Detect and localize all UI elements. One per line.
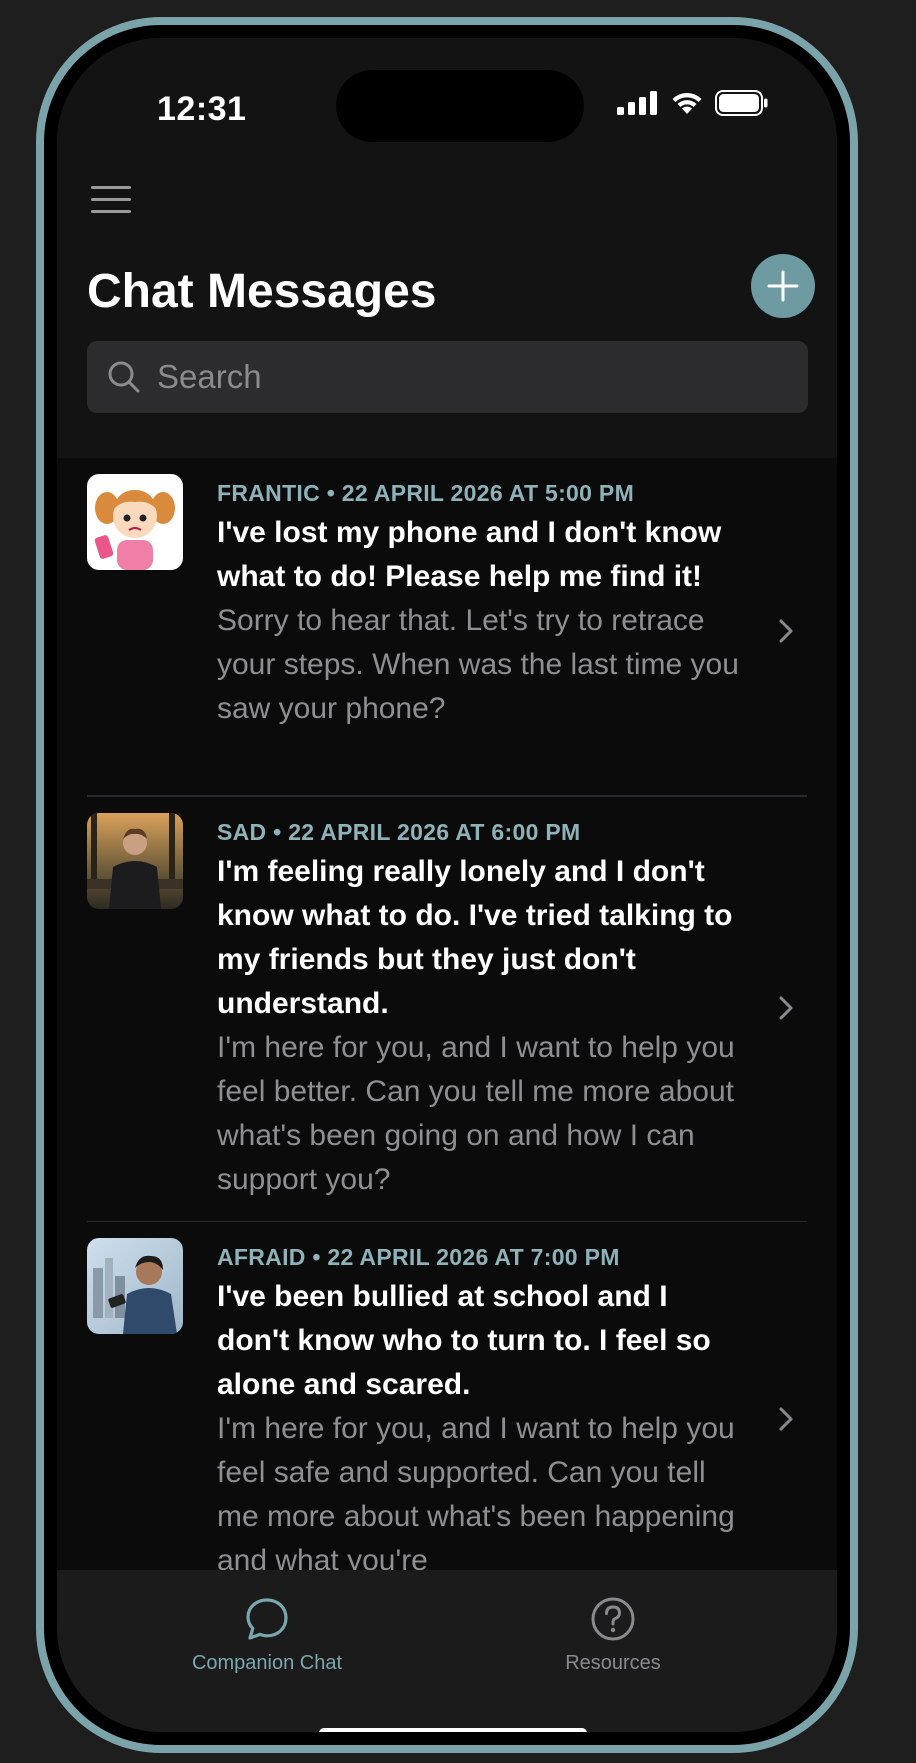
chat-meta: SAD • 22 APRIL 2026 AT 6:00 PM: [217, 818, 581, 845]
status-time: 12:31: [157, 90, 247, 128]
chat-reply-preview: Sorry to hear that. Let's try to retrace…: [217, 604, 739, 725]
chat-message: I've lost my phone and I don't know what…: [217, 516, 722, 593]
chat-bubble-icon: [246, 1598, 288, 1640]
wifi-icon: [672, 92, 702, 114]
home-indicator: [319, 1728, 587, 1732]
chat-meta: FRANTIC • 22 APRIL 2026 AT 5:00 PM: [217, 480, 635, 506]
chat-reply-preview: I'm here for you, and I want to help you…: [217, 1030, 735, 1196]
status-icons: [617, 90, 769, 116]
tab-companion-chat[interactable]: Companion Chat: [157, 1596, 377, 1675]
phone-bezel: 12:31 Chat Messages Search FRANTIC • 22 …: [44, 25, 850, 1745]
chevron-right-icon[interactable]: [777, 1404, 795, 1434]
avatar: [87, 812, 183, 909]
search-bar[interactable]: [87, 341, 808, 413]
phone-frame: 12:31 Chat Messages Search FRANTIC • 22 …: [36, 17, 858, 1753]
battery-icon: [715, 90, 768, 116]
search-icon: [108, 361, 140, 393]
chat-meta: AFRAID • 22 APRIL 2026 AT 7:00 PM: [217, 1244, 620, 1270]
search-input[interactable]: [157, 358, 757, 396]
cartoon-girl-avatar-icon: [87, 474, 183, 570]
avatar: [87, 1238, 183, 1334]
plus-icon: [767, 270, 799, 302]
page-title: Chat Messages: [87, 265, 437, 318]
chat-list-item[interactable]: SAD • 22 APRIL 2026 AT 6:00 PM I'm feeli…: [57, 797, 837, 1221]
new-chat-button[interactable]: [751, 254, 815, 318]
tab-label: Companion Chat: [191, 1652, 343, 1674]
signal-icon: [617, 91, 657, 115]
dynamic-island: [336, 70, 584, 142]
avatar: [87, 474, 183, 570]
sad-boy-photo-avatar-icon: [87, 812, 183, 909]
chat-reply-preview: I'm here for you, and I want to help you…: [217, 1412, 735, 1570]
tab-label: Resources: [565, 1652, 661, 1674]
chevron-right-icon[interactable]: [777, 993, 795, 1023]
question-circle-icon: [591, 1597, 635, 1641]
screen: 12:31 Chat Messages Search FRANTIC • 22 …: [57, 38, 837, 1732]
chevron-right-icon[interactable]: [777, 616, 795, 646]
chat-list-item[interactable]: AFRAID • 22 APRIL 2026 AT 7:00 PM I've b…: [57, 1222, 837, 1570]
chat-list-item[interactable]: FRANTIC • 22 APRIL 2026 AT 5:00 PM I've …: [57, 458, 837, 795]
tab-resources[interactable]: Resources: [523, 1596, 703, 1675]
hamburger-menu-icon[interactable]: [91, 186, 131, 216]
afraid-boy-photo-avatar-icon: [87, 1238, 183, 1334]
tab-bar: Companion Chat Resources: [57, 1570, 837, 1732]
chat-message: I'm feeling really lonely and I don't kn…: [217, 854, 733, 1020]
chat-list[interactable]: FRANTIC • 22 APRIL 2026 AT 5:00 PM I've …: [57, 458, 837, 1570]
chat-message: I've been bullied at school and I don't …: [217, 1280, 711, 1401]
